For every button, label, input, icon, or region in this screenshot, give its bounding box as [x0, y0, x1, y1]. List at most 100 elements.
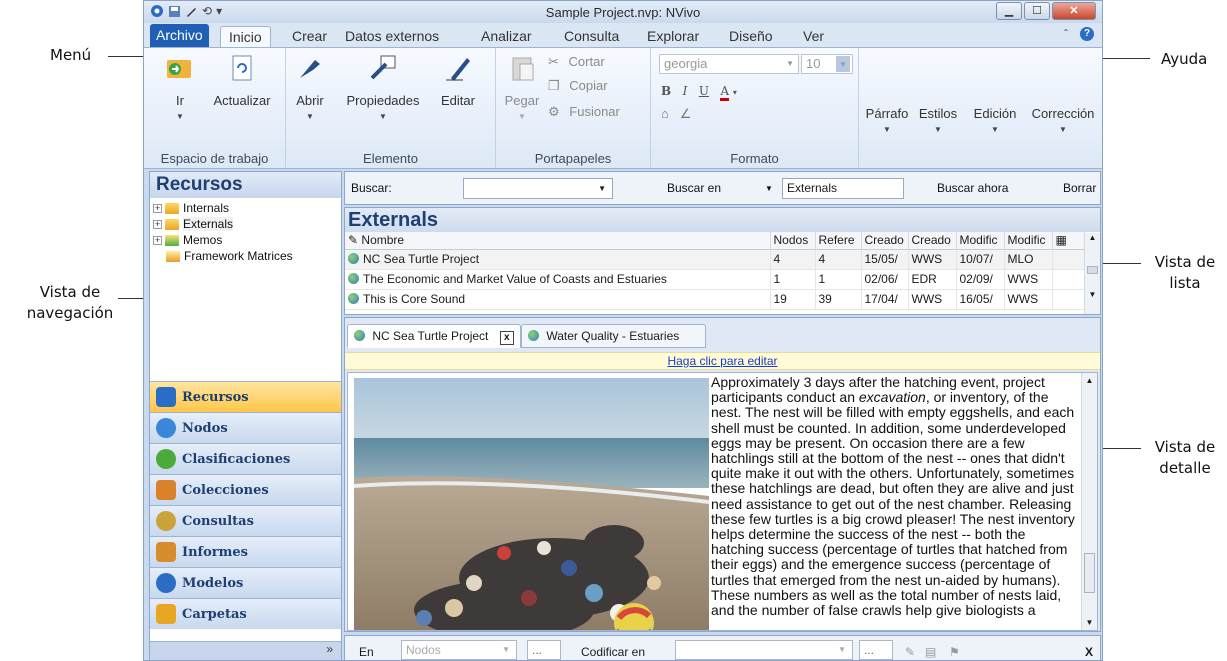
column-header-created-by[interactable]: Creado: [908, 232, 957, 250]
scroll-down-icon[interactable]: ▼: [1082, 618, 1097, 627]
search-now-button[interactable]: Buscar ahora: [937, 181, 1008, 195]
open-button[interactable]: Abrir ▼: [288, 54, 332, 121]
column-header-name[interactable]: ✎ Nombre: [345, 232, 771, 250]
tab-archivo[interactable]: Archivo: [150, 24, 209, 47]
scroll-thumb[interactable]: [1084, 553, 1095, 593]
coding-options-icon[interactable]: ⚑: [949, 645, 960, 659]
tab-explorar[interactable]: Explorar: [647, 26, 699, 47]
tree-item-framework-matrices[interactable]: Framework Matrices: [150, 248, 341, 264]
font-color-icon[interactable]: A: [720, 84, 730, 101]
search-dropdown-icon[interactable]: ▼: [598, 179, 606, 198]
list-scrollbar[interactable]: ▲ ▼: [1084, 233, 1100, 314]
tree-item-externals[interactable]: + Externals: [150, 216, 341, 232]
nav-configure-button[interactable]: »: [150, 641, 341, 660]
tab-crear[interactable]: Crear: [292, 26, 327, 47]
column-header-modified-on[interactable]: Modific: [956, 232, 1005, 250]
tab-consulta[interactable]: Consulta: [564, 26, 619, 47]
merge-label: Fusionar: [569, 104, 620, 119]
maximize-button[interactable]: ☐: [1024, 2, 1050, 20]
tab-diseno[interactable]: Diseño: [729, 26, 773, 47]
search-in-dropdown-icon[interactable]: ▼: [765, 184, 773, 193]
font-size-select[interactable]: 10 ▼: [801, 54, 853, 74]
coding-in-dropdown-icon[interactable]: ▼: [502, 641, 510, 659]
editing-button[interactable]: Edición ▼: [966, 106, 1024, 134]
column-header-label: Modific: [959, 233, 998, 248]
correction-button[interactable]: Corrección ▼: [1024, 106, 1102, 134]
nav-button-consultas[interactable]: Consultas: [150, 505, 341, 536]
scroll-thumb[interactable]: [1087, 266, 1098, 274]
column-header-created-on[interactable]: Creado: [861, 232, 909, 250]
expand-icon[interactable]: +: [153, 219, 162, 229]
tab-nc-sea-turtle-project[interactable]: NC Sea Turtle Project x: [347, 324, 521, 348]
nav-button-nodos[interactable]: Nodos: [150, 412, 341, 443]
font-family-select[interactable]: georgia ▼: [659, 54, 799, 74]
expand-icon[interactable]: +: [153, 235, 162, 245]
cut-button[interactable]: ✂ Cortar: [548, 54, 605, 70]
paste-button[interactable]: Pegar ▼: [502, 54, 542, 121]
search-input[interactable]: ▼: [463, 178, 613, 199]
edit-button[interactable]: Editar: [432, 54, 484, 108]
code-at-select[interactable]: ▼: [675, 640, 853, 660]
copy-button[interactable]: ❐ Copiar: [548, 78, 608, 94]
column-header-references[interactable]: Refere: [815, 232, 862, 250]
tree-item-internals[interactable]: + Internals: [150, 200, 341, 216]
code-at-dropdown-icon[interactable]: ▼: [838, 641, 846, 659]
column-header-nodes[interactable]: Nodos: [770, 232, 816, 250]
help-icon[interactable]: ?: [1080, 27, 1094, 41]
code-icon[interactable]: ✎: [905, 645, 915, 659]
nav-button-carpetas[interactable]: Carpetas: [150, 598, 341, 629]
search-scope-field[interactable]: Externals: [782, 178, 904, 199]
coding-in-select[interactable]: Nodos ▼: [401, 640, 517, 660]
table-row[interactable]: The Economic and Market Value of Coasts …: [345, 269, 1085, 290]
table-row[interactable]: NC Sea Turtle Project 4 4 15/05/ WWS 10/…: [345, 249, 1085, 270]
cell-text: NC Sea Turtle Project: [363, 252, 480, 266]
column-chooser-icon[interactable]: ▦: [1052, 232, 1085, 250]
table-row[interactable]: This is Core Sound 19 39 17/04/ WWS 16/0…: [345, 289, 1085, 310]
go-label: Ir: [176, 93, 184, 108]
scroll-up-icon[interactable]: ▲: [1085, 233, 1100, 242]
bold-button[interactable]: B: [661, 84, 671, 98]
tab-inicio[interactable]: Inicio: [220, 26, 271, 47]
code-at-browse-button[interactable]: ...: [859, 640, 893, 660]
close-window-button[interactable]: ✕: [1052, 2, 1096, 20]
minimize-ribbon-icon[interactable]: ˆ: [1064, 27, 1068, 41]
tab-water-quality-estuaries[interactable]: Water Quality - Estuaries: [521, 324, 706, 348]
underline-button[interactable]: U: [699, 84, 709, 98]
highlight-icon[interactable]: ⌂: [661, 106, 669, 121]
font-size-value: 10: [806, 56, 821, 71]
clear-button[interactable]: Borrar: [1063, 181, 1096, 195]
document-content[interactable]: Approximately 3 days after the hatching …: [347, 372, 1098, 631]
font-color-dropdown-icon[interactable]: ▾: [733, 88, 737, 97]
italic-button[interactable]: I: [683, 84, 688, 98]
uncode-icon[interactable]: ▤: [925, 645, 936, 659]
document-text[interactable]: Approximately 3 days after the hatching …: [711, 374, 1076, 618]
detail-scrollbar[interactable]: ▲ ▼: [1081, 373, 1097, 630]
coding-in-browse-button[interactable]: ...: [527, 640, 561, 660]
nav-button-informes[interactable]: Informes: [150, 536, 341, 567]
nav-button-modelos[interactable]: Modelos: [150, 567, 341, 598]
close-coding-bar-button[interactable]: X: [1085, 645, 1093, 659]
column-header-label: Refere: [818, 233, 855, 248]
nav-button-recursos[interactable]: Recursos: [150, 381, 341, 412]
go-button[interactable]: Ir ▼: [160, 54, 200, 121]
properties-button[interactable]: Propiedades ▼: [338, 54, 428, 121]
nav-button-colecciones[interactable]: Colecciones: [150, 474, 341, 505]
minimize-button[interactable]: ▁: [996, 2, 1022, 20]
close-tab-icon[interactable]: x: [499, 331, 514, 345]
expand-icon[interactable]: +: [153, 203, 162, 213]
column-header-modified-by[interactable]: Modific: [1004, 232, 1053, 250]
tree-item-memos[interactable]: + Memos: [150, 232, 341, 248]
refresh-button[interactable]: Actualizar: [204, 54, 280, 108]
tab-ver[interactable]: Ver: [803, 26, 824, 47]
paragraph-button[interactable]: Párrafo ▼: [862, 106, 912, 134]
strike-icon[interactable]: ∠: [680, 106, 692, 121]
scroll-up-icon[interactable]: ▲: [1082, 376, 1097, 385]
styles-button[interactable]: Estilos ▼: [914, 106, 962, 134]
click-to-edit-link[interactable]: Haga clic para editar: [345, 352, 1100, 370]
nav-button-clasificaciones[interactable]: Clasificaciones: [150, 443, 341, 474]
text-style-buttons: B I U A ▾: [661, 84, 737, 101]
scroll-down-icon[interactable]: ▼: [1085, 290, 1100, 299]
tab-datos-externos[interactable]: Datos externos: [345, 26, 439, 47]
tab-analizar[interactable]: Analizar: [481, 26, 532, 47]
merge-button[interactable]: ⚙ Fusionar: [548, 104, 620, 120]
